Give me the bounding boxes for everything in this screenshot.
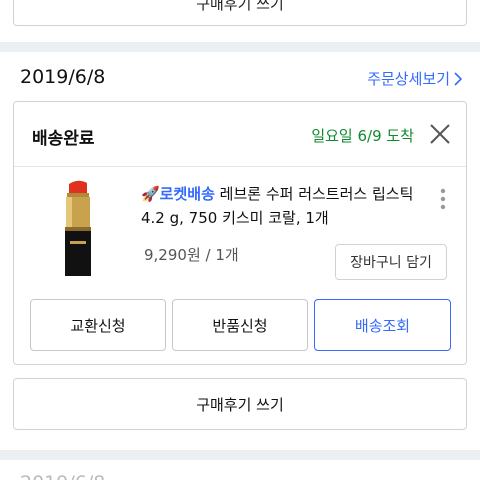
- previous-order-card: 구매후기 쓰기: [0, 0, 480, 42]
- arrival-date: 일요일 6/9 도착: [311, 127, 414, 145]
- rocket-delivery-badge: 🚀로켓배송: [141, 185, 215, 203]
- shipment-box: 배송완료 일요일 6/9 도착 🚀로켓배송 레브론 수퍼 러스트러스 립스틱 4…: [13, 101, 467, 365]
- order-card: 2019/6/8 주문상세보기 배송완료 일요일 6/9 도착 🚀로켓배송 레브…: [0, 52, 480, 450]
- price-quantity: 9,290원 / 1개: [144, 246, 239, 264]
- product-title[interactable]: 🚀로켓배송 레브론 수퍼 러스트러스 립스틱 4.2 g, 750 키스미 코랄…: [141, 182, 431, 230]
- exchange-request-button[interactable]: 교환신청: [30, 299, 166, 351]
- lipstick-product-image[interactable]: [56, 179, 100, 279]
- more-vertical-icon[interactable]: [440, 188, 446, 210]
- previous-review-button[interactable]: 구매후기 쓰기: [13, 0, 467, 26]
- next-order-card: 2019/6/8: [0, 460, 480, 480]
- write-review-button[interactable]: 구매후기 쓰기: [13, 378, 467, 430]
- shipment-status: 배송완료: [32, 129, 95, 149]
- next-order-date: 2019/6/8: [20, 472, 105, 480]
- order-detail-link[interactable]: 주문상세보기: [367, 68, 462, 89]
- close-icon[interactable]: [429, 123, 451, 145]
- order-list-page: 구매후기 쓰기 2019/6/8 주문상세보기 배송완료 일요일 6/9 도착: [0, 0, 480, 480]
- add-to-cart-button[interactable]: 장바구니 담기: [335, 244, 447, 280]
- order-detail-label: 주문상세보기: [367, 70, 450, 88]
- order-date: 2019/6/8: [20, 66, 106, 88]
- chevron-right-icon: [454, 71, 462, 86]
- shipment-header: 배송완료 일요일 6/9 도착: [14, 102, 466, 167]
- track-delivery-button[interactable]: 배송조회: [314, 299, 451, 351]
- return-request-button[interactable]: 반품신청: [172, 299, 308, 351]
